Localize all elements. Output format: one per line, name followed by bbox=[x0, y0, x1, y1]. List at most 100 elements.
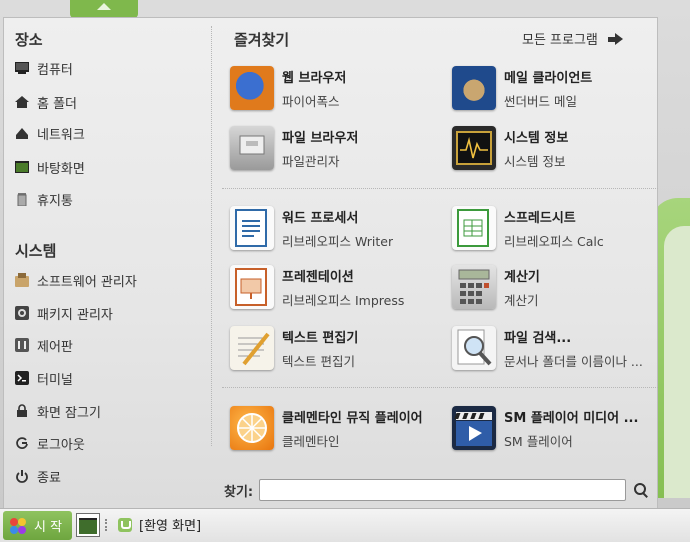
taskbar: 시 작 [환영 화면] bbox=[0, 508, 690, 542]
app-text-editor[interactable]: 텍스트 편집기 텍스트 편집기 bbox=[230, 325, 445, 371]
places-item-home[interactable]: 홈 폴더 bbox=[15, 91, 77, 113]
app-desc: 문서나 폴더를 이름이나 ... bbox=[504, 353, 643, 369]
search-icon[interactable] bbox=[634, 483, 648, 497]
app-name: 스프레드시트 bbox=[504, 210, 576, 226]
app-desc: 리브레오피스 Calc bbox=[504, 233, 604, 249]
computer-icon bbox=[15, 61, 29, 75]
package-manager-icon bbox=[15, 306, 29, 320]
network-icon bbox=[15, 126, 29, 140]
taskbar-window-label: [환영 화면] bbox=[139, 519, 202, 534]
favorites-divider bbox=[222, 188, 658, 189]
app-name: 시스템 정보 bbox=[504, 130, 569, 146]
logout-icon bbox=[15, 436, 29, 450]
places-item-label: 컴퓨터 bbox=[37, 62, 73, 78]
system-item-label: 로그아웃 bbox=[37, 437, 85, 453]
taskbar-separator bbox=[105, 519, 107, 531]
system-item-control-panel[interactable]: 제어판 bbox=[15, 334, 73, 356]
start-label: 시 작 bbox=[34, 520, 63, 535]
system-item-software-manager[interactable]: 소프트웨어 관리자 bbox=[15, 269, 137, 291]
app-desc: 리브레오피스 Writer bbox=[282, 233, 394, 249]
libreoffice-impress-icon bbox=[230, 265, 274, 309]
app-name: 프레젠테이션 bbox=[282, 269, 354, 285]
app-name: 메일 클라이언트 bbox=[504, 70, 593, 86]
system-item-logout[interactable]: 로그아웃 bbox=[15, 432, 85, 454]
system-item-terminal[interactable]: 터미널 bbox=[15, 367, 73, 389]
system-item-package-manager[interactable]: 패키지 관리자 bbox=[15, 302, 113, 324]
text-editor-icon bbox=[230, 326, 274, 370]
all-programs-button[interactable]: 모든 프로그램 bbox=[522, 29, 624, 48]
start-button[interactable]: 시 작 bbox=[3, 511, 72, 540]
system-item-shutdown[interactable]: 종료 bbox=[15, 465, 61, 487]
desktop-icon bbox=[15, 160, 29, 174]
app-mail-client[interactable]: 메일 클라이언트썬더버드 메일 bbox=[452, 65, 667, 111]
app-clementine[interactable]: 클레멘타인 뮤직 플레이어 클레멘타인 bbox=[230, 405, 445, 451]
mint-logo-icon bbox=[118, 517, 132, 532]
app-desc: 파이어폭스 bbox=[282, 93, 340, 109]
places-item-label: 홈 폴더 bbox=[37, 96, 78, 112]
smplayer-icon bbox=[452, 406, 496, 450]
app-name: SM 플레이어 미디어 ... bbox=[504, 410, 639, 426]
app-desc: 클레멘타인 bbox=[282, 433, 340, 449]
app-desc: 파일관리자 bbox=[282, 153, 340, 169]
app-name: 파일 브라우저 bbox=[282, 130, 359, 146]
places-item-desktop[interactable]: 바탕화면 bbox=[15, 156, 85, 178]
libreoffice-calc-icon bbox=[452, 206, 496, 250]
app-spreadsheet[interactable]: 스프레드시트리브레오피스 Calc bbox=[452, 205, 667, 251]
libreoffice-writer-icon bbox=[230, 206, 274, 250]
app-web-browser[interactable]: 웹 브라우저파이어폭스 bbox=[230, 65, 445, 111]
home-folder-icon bbox=[15, 95, 29, 109]
system-item-label: 터미널 bbox=[37, 372, 73, 388]
clementine-icon bbox=[230, 406, 274, 450]
search-input[interactable] bbox=[259, 479, 627, 501]
places-item-label: 휴지통 bbox=[37, 193, 73, 209]
app-word-processor[interactable]: 워드 프로세서리브레오피스 Writer bbox=[230, 205, 445, 251]
places-item-network[interactable]: 네트워크 bbox=[15, 122, 85, 144]
power-icon bbox=[15, 469, 29, 483]
taskbar-window-welcome[interactable]: [환영 화면] bbox=[118, 515, 201, 534]
app-desc: 시스템 정보 bbox=[504, 153, 566, 169]
software-manager-icon bbox=[15, 273, 29, 287]
app-smplayer[interactable]: SM 플레이어 미디어 ... SM 플레이어 bbox=[452, 405, 667, 451]
desktop-home-tab bbox=[70, 0, 138, 18]
system-item-label: 패키지 관리자 bbox=[37, 307, 113, 323]
system-item-label: 화면 잠그기 bbox=[37, 405, 101, 421]
app-file-search[interactable]: 파일 검색... 문서나 폴더를 이름이나 ... bbox=[452, 325, 667, 371]
start-menu: 장소 컴퓨터 홈 폴더 네트워크 바탕화면 휴지통 시스템 소프트웨어 관리자 bbox=[3, 17, 658, 508]
thunderbird-icon bbox=[452, 66, 496, 110]
places-heading: 장소 bbox=[15, 31, 43, 49]
system-monitor-icon bbox=[452, 126, 496, 170]
system-item-label: 소프트웨어 관리자 bbox=[37, 274, 137, 290]
search-label: 찾기: bbox=[224, 484, 254, 500]
terminal-icon bbox=[15, 371, 29, 385]
search-bar: 찾기: bbox=[224, 479, 648, 501]
show-desktop-button[interactable] bbox=[76, 513, 100, 537]
calculator-icon bbox=[452, 265, 496, 309]
left-pane: 장소 컴퓨터 홈 폴더 네트워크 바탕화면 휴지통 시스템 소프트웨어 관리자 bbox=[4, 18, 211, 508]
app-presentation[interactable]: 프레젠테이션리브레오피스 Impress bbox=[230, 264, 445, 310]
system-item-label: 제어판 bbox=[37, 339, 73, 355]
app-desc: 썬더버드 메일 bbox=[504, 93, 577, 109]
firefox-icon bbox=[230, 66, 274, 110]
trash-icon bbox=[15, 192, 29, 207]
all-programs-label: 모든 프로그램 bbox=[522, 33, 598, 48]
places-item-computer[interactable]: 컴퓨터 bbox=[15, 57, 73, 79]
app-name: 계산기 bbox=[504, 269, 540, 285]
favorites-divider bbox=[222, 387, 658, 388]
arrow-right-icon bbox=[607, 32, 624, 45]
system-item-lock-screen[interactable]: 화면 잠그기 bbox=[15, 400, 101, 422]
app-desc: 리브레오피스 Impress bbox=[282, 292, 405, 308]
app-desc: 텍스트 편집기 bbox=[282, 353, 355, 369]
app-file-browser[interactable]: 파일 브라우저파일관리자 bbox=[230, 125, 445, 171]
control-panel-icon bbox=[15, 338, 29, 352]
app-desc: SM 플레이어 bbox=[504, 433, 573, 449]
file-manager-icon bbox=[230, 126, 274, 170]
system-heading: 시스템 bbox=[15, 242, 57, 260]
app-system-info[interactable]: 시스템 정보 시스템 정보 bbox=[452, 125, 667, 171]
places-item-trash[interactable]: 휴지통 bbox=[15, 188, 73, 210]
app-name: 워드 프로세서 bbox=[282, 210, 359, 226]
app-name: 웹 브라우저 bbox=[282, 70, 347, 86]
app-desc: 계산기 bbox=[504, 292, 539, 308]
favorites-pane: 즐겨찾기 모든 프로그램 웹 브라우저 파이어폭스 메일 클라이언트 썬더버드 메일… bbox=[212, 18, 658, 508]
places-item-label: 바탕화면 bbox=[37, 161, 85, 177]
app-calculator[interactable]: 계산기 계산기 bbox=[452, 264, 667, 310]
